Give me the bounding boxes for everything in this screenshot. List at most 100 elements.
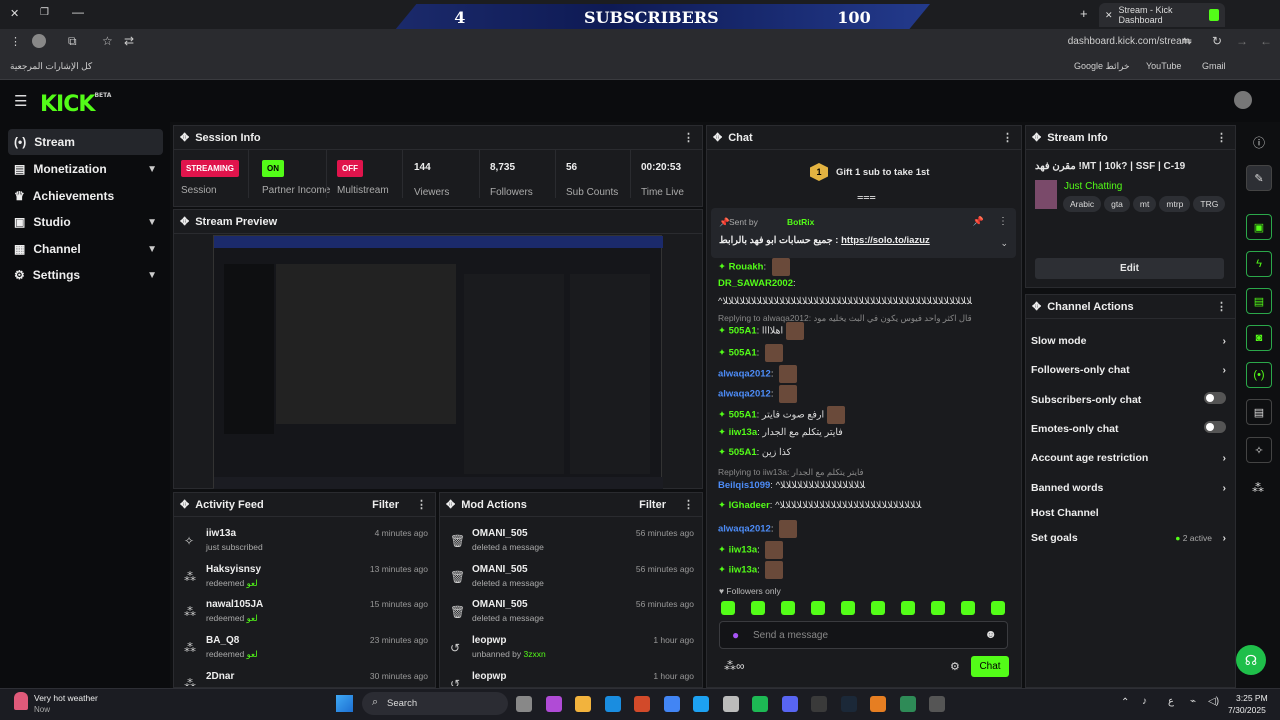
chat-widget-icon[interactable]: ◙ bbox=[1246, 325, 1272, 351]
kebab-icon[interactable]: ⋮ bbox=[1216, 300, 1227, 313]
pinned-link[interactable]: https://solo.to/iazuz bbox=[841, 235, 930, 246]
chat-username[interactable]: alwaqa2012 bbox=[718, 369, 771, 380]
chat-username[interactable]: Beilqis1099 bbox=[718, 480, 770, 491]
tag[interactable]: gta bbox=[1104, 196, 1130, 212]
drag-handle-icon[interactable]: ✥ bbox=[1032, 131, 1041, 144]
emote-image[interactable] bbox=[771, 258, 790, 276]
forward-icon[interactable]: → bbox=[1236, 34, 1248, 48]
terminal-icon[interactable] bbox=[929, 696, 945, 712]
action-slow-mode[interactable]: Slow mode › bbox=[1031, 335, 1226, 347]
address-bar[interactable]: ⋮ ⧉ ☆ ⇄ dashboard.kick.com/stream ⇋ ↻ → … bbox=[0, 29, 1280, 55]
emote-image[interactable] bbox=[765, 541, 784, 559]
quick-emote[interactable] bbox=[721, 601, 735, 615]
action-subscribers-only[interactable]: Subscribers-only chat bbox=[1031, 392, 1226, 406]
quick-emote[interactable] bbox=[781, 601, 795, 615]
kebab-icon[interactable]: ⋮ bbox=[998, 216, 1008, 227]
edit-layout-icon[interactable]: ✎ bbox=[1246, 165, 1272, 191]
info-icon[interactable]: ⓘ bbox=[1253, 134, 1265, 151]
back-icon[interactable]: ← bbox=[1260, 34, 1272, 48]
network-icon[interactable]: ⌁ bbox=[1190, 696, 1196, 707]
drag-handle-icon[interactable]: ✥ bbox=[446, 498, 455, 511]
emote-image[interactable] bbox=[827, 406, 846, 424]
profile-icon[interactable] bbox=[32, 34, 46, 48]
activity-user[interactable]: nawal105JA bbox=[206, 599, 263, 610]
activity-user[interactable]: BA_Q8 bbox=[206, 635, 239, 646]
emote-image[interactable] bbox=[779, 520, 798, 538]
quick-emote[interactable] bbox=[841, 601, 855, 615]
quick-emote[interactable] bbox=[901, 601, 915, 615]
new-tab-icon[interactable]: + bbox=[1080, 6, 1088, 21]
settings-app-icon[interactable] bbox=[722, 696, 739, 712]
taskbar-search[interactable]: ⌕ Search bbox=[362, 692, 508, 715]
quick-emote[interactable] bbox=[931, 601, 945, 615]
kick-points-icon[interactable]: ⁂ bbox=[1252, 481, 1264, 495]
pinned-user[interactable]: BotRix bbox=[787, 217, 814, 227]
action-set-goals[interactable]: Set goals ● 2 active › bbox=[1031, 532, 1226, 544]
quick-emote[interactable] bbox=[961, 601, 975, 615]
filter-button[interactable]: Filter bbox=[639, 499, 666, 511]
volume-icon[interactable]: ◁) bbox=[1208, 696, 1219, 707]
weather-title[interactable]: Very hot weather bbox=[34, 693, 98, 703]
discord-icon[interactable] bbox=[781, 696, 798, 712]
emote-image[interactable] bbox=[786, 322, 805, 340]
reload-icon[interactable]: ↻ bbox=[1212, 34, 1222, 48]
message-input[interactable]: ● Send a message ☻ bbox=[719, 621, 1008, 649]
quick-emote[interactable] bbox=[991, 601, 1005, 615]
kebab-icon[interactable]: ⋮ bbox=[683, 498, 694, 511]
tray-chevron-icon[interactable]: ⌃ bbox=[1121, 697, 1129, 708]
emote-image[interactable] bbox=[764, 344, 783, 362]
app-icon[interactable] bbox=[870, 696, 886, 712]
bookmark-gmail[interactable]: Gmail bbox=[1202, 61, 1226, 71]
all-bookmarks[interactable]: كل الإشارات المرجعية bbox=[10, 61, 92, 72]
task-view-icon[interactable] bbox=[516, 696, 532, 712]
tag[interactable]: Arabic bbox=[1063, 196, 1102, 212]
activity-user[interactable]: iiw13a bbox=[206, 528, 236, 539]
kick-points-icon[interactable]: ⁂∞ bbox=[724, 659, 745, 673]
quick-emote[interactable] bbox=[811, 601, 825, 615]
sidebar-item-studio[interactable]: ▣ Studio ▼ bbox=[8, 209, 163, 235]
filter-button[interactable]: Filter bbox=[372, 499, 399, 511]
clock-date[interactable]: 7/30/2025 bbox=[1228, 705, 1266, 715]
translate-icon[interactable]: ⇄ bbox=[124, 34, 134, 48]
activity-user[interactable]: Haksyisnsy bbox=[206, 564, 261, 575]
steam-icon[interactable] bbox=[840, 696, 857, 712]
mod-user[interactable]: OMANI_505 bbox=[472, 528, 528, 539]
chat-username[interactable]: 505A1 bbox=[729, 447, 757, 458]
tag[interactable]: mt bbox=[1132, 196, 1157, 212]
mic-tray-icon[interactable]: ♪ bbox=[1142, 696, 1147, 707]
chat-username[interactable]: DR_SAWAR2002 bbox=[718, 278, 793, 289]
edit-button[interactable]: Edit bbox=[1035, 258, 1224, 279]
activity-user[interactable]: 2Dnar bbox=[206, 671, 234, 682]
drag-handle-icon[interactable]: ✥ bbox=[1032, 300, 1041, 313]
chat-username[interactable]: alwaqa2012 bbox=[718, 524, 771, 535]
mod-user[interactable]: leopwp bbox=[472, 671, 506, 682]
chat-settings-icon[interactable]: ⚙ bbox=[950, 660, 960, 673]
clock-time[interactable]: 3:25 PM bbox=[1236, 693, 1268, 703]
mod-widget-icon[interactable]: ▤ bbox=[1246, 288, 1272, 314]
send-chat-button[interactable]: Chat bbox=[971, 656, 1009, 677]
chat-username[interactable]: 505A1 bbox=[729, 348, 757, 359]
unpin-icon[interactable]: 📌 bbox=[973, 216, 984, 227]
chat-username[interactable]: Rouakh bbox=[729, 262, 764, 273]
quick-emote[interactable] bbox=[751, 601, 765, 615]
action-banned-words[interactable]: Banned words › bbox=[1031, 482, 1226, 494]
edge-icon[interactable] bbox=[604, 696, 621, 712]
chat-username[interactable]: IGhadeer bbox=[729, 500, 770, 511]
sidebar-item-achievements[interactable]: ♛ Achievements bbox=[8, 183, 163, 209]
mod-user[interactable]: leopwp bbox=[472, 635, 506, 646]
action-account-age[interactable]: Account age restriction › bbox=[1031, 452, 1226, 464]
browser-tab[interactable]: ✕ Stream - Kick Dashboard bbox=[1099, 3, 1225, 27]
twitter-icon[interactable] bbox=[693, 696, 709, 712]
kick-logo[interactable]: KICKBETA bbox=[40, 92, 111, 117]
language-indicator[interactable]: ع bbox=[1168, 696, 1174, 707]
tag[interactable]: mtrp bbox=[1159, 196, 1191, 212]
store-icon[interactable] bbox=[634, 696, 650, 712]
support-headset-icon[interactable]: ☊ bbox=[1236, 645, 1266, 675]
chevron-down-icon[interactable]: ⌄ bbox=[1000, 238, 1008, 249]
sidebar-item-channel[interactable]: ▦ Channel ▼ bbox=[8, 236, 163, 262]
windows-start-icon[interactable] bbox=[336, 695, 353, 712]
spotify-icon[interactable] bbox=[752, 696, 768, 712]
kebab-icon[interactable]: ⋮ bbox=[683, 131, 694, 144]
drag-handle-icon[interactable]: ✥ bbox=[713, 131, 722, 144]
bookmark-youtube[interactable]: YouTube bbox=[1146, 61, 1181, 71]
